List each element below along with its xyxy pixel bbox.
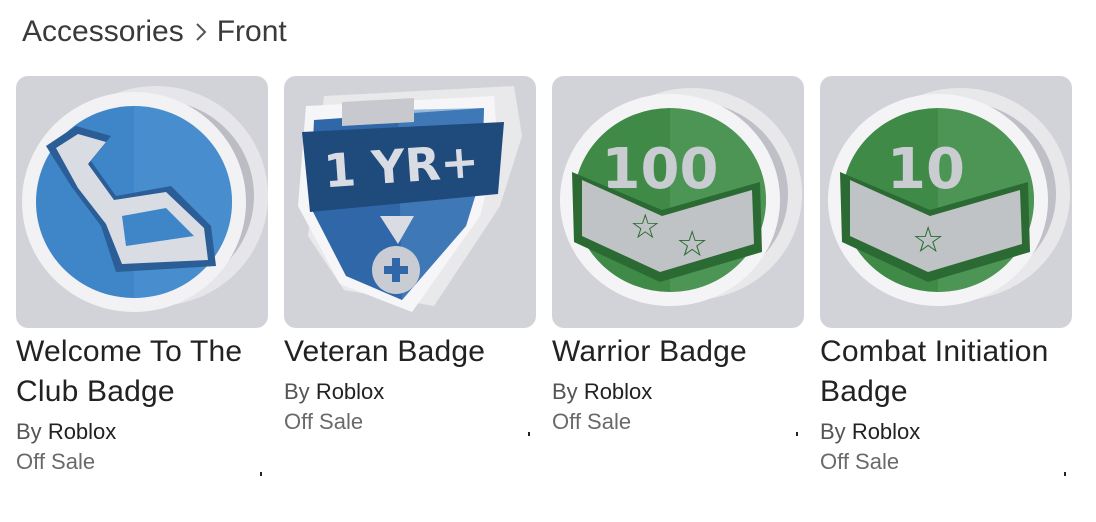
- item-title[interactable]: Welcome To The Club Badge: [16, 332, 268, 412]
- item-thumbnail[interactable]: 10 ☆: [820, 76, 1072, 328]
- creator-link[interactable]: Roblox: [48, 419, 116, 444]
- item-creator: By Roblox: [552, 377, 804, 407]
- item-title[interactable]: Warrior Badge: [552, 332, 804, 372]
- item-card[interactable]: 10 ☆ Combat Initiation Badge By Roblox O…: [820, 76, 1072, 477]
- combat-initiation-badge-image: 10 ☆: [828, 88, 1070, 306]
- item-price: Off Sale: [284, 409, 364, 434]
- item-grid: Welcome To The Club Badge By Roblox Off …: [16, 76, 1072, 477]
- item-creator: By Roblox: [820, 417, 1072, 447]
- star-icon: ☆: [630, 207, 660, 247]
- badge-text: 10: [887, 137, 965, 202]
- club-badge-image: [22, 86, 268, 312]
- item-price: Off Sale: [16, 449, 96, 474]
- item-creator: By Roblox: [284, 377, 536, 407]
- item-thumbnail[interactable]: 100 ☆ ☆: [552, 76, 804, 328]
- chevron-right-icon: [194, 21, 208, 43]
- dot-marker: [260, 472, 262, 476]
- creator-by-label: By: [284, 379, 310, 404]
- breadcrumb-front[interactable]: Front: [217, 15, 287, 49]
- item-card[interactable]: 100 ☆ ☆ Warrior Badge By Roblox Off Sale: [552, 76, 804, 477]
- creator-link[interactable]: Roblox: [316, 379, 384, 404]
- creator-by-label: By: [552, 379, 578, 404]
- item-thumbnail[interactable]: [16, 76, 268, 328]
- creator-link[interactable]: Roblox: [584, 379, 652, 404]
- item-title[interactable]: Veteran Badge: [284, 332, 536, 372]
- item-thumbnail[interactable]: 1 YR+: [284, 76, 536, 328]
- item-card[interactable]: 1 YR+ Veteran Badge By Roblox Off Sale: [284, 76, 536, 477]
- item-creator: By Roblox: [16, 417, 268, 447]
- star-icon: ☆: [912, 220, 944, 261]
- creator-by-label: By: [820, 419, 846, 444]
- dot-marker: [796, 432, 798, 436]
- warrior-badge-image: 100 ☆ ☆: [560, 88, 802, 306]
- star-icon: ☆: [676, 224, 708, 265]
- creator-by-label: By: [16, 419, 42, 444]
- badge-text: 1 YR+: [322, 134, 481, 199]
- item-price: Off Sale: [552, 409, 632, 434]
- dot-marker: [528, 432, 530, 436]
- creator-link[interactable]: Roblox: [852, 419, 920, 444]
- item-card[interactable]: Welcome To The Club Badge By Roblox Off …: [16, 76, 268, 477]
- item-price: Off Sale: [820, 449, 900, 474]
- breadcrumb-accessories[interactable]: Accessories: [22, 15, 184, 49]
- veteran-badge-image: 1 YR+: [298, 86, 522, 312]
- dot-marker: [1064, 472, 1066, 476]
- item-title[interactable]: Combat Initiation Badge: [820, 332, 1072, 412]
- breadcrumb: Accessories Front: [22, 12, 287, 52]
